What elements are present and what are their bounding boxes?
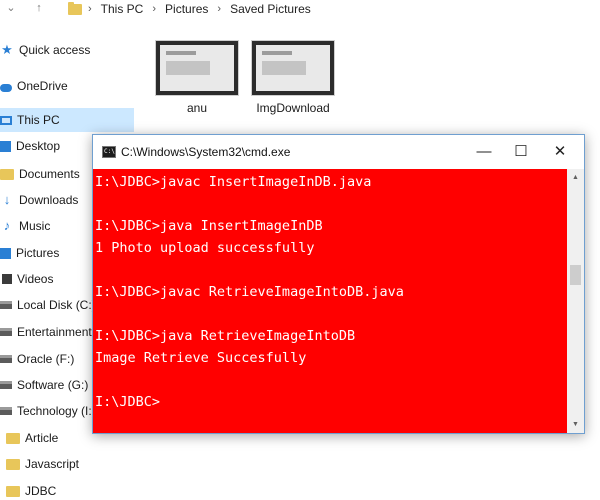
breadcrumb-separator: › bbox=[88, 3, 92, 15]
nav-item-label: JDBC bbox=[25, 484, 57, 498]
nav-item-technology[interactable]: Technology (I:) bbox=[0, 399, 92, 423]
nav-item-label: Documents bbox=[19, 167, 80, 181]
pictures-icon bbox=[0, 247, 11, 259]
console-line: Image Retrieve Succesfully bbox=[95, 350, 307, 366]
console-icon: C:\ bbox=[102, 146, 116, 158]
nav-item-videos[interactable]: Videos bbox=[0, 267, 92, 291]
drive-icon bbox=[0, 381, 12, 389]
console-line: I:\JDBC>javac InsertImageInDB.java bbox=[95, 174, 372, 190]
documents-icon bbox=[0, 168, 14, 180]
breadcrumb-separator: › bbox=[152, 3, 157, 15]
folder-icon bbox=[6, 458, 20, 470]
console-line: 1 Photo upload successfully bbox=[95, 240, 315, 256]
nav-item-onedrive[interactable]: OneDrive bbox=[0, 74, 138, 98]
folder-icon bbox=[68, 1, 82, 15]
console-line: I:\JDBC>java RetrieveImageIntoDB bbox=[95, 328, 356, 344]
image-thumbnail-icon bbox=[160, 45, 234, 91]
nav-item-label: OneDrive bbox=[17, 79, 68, 93]
nav-item-label: Javascript bbox=[25, 457, 80, 471]
scroll-down-arrow-icon[interactable]: ▼ bbox=[567, 416, 584, 433]
file-thumbnail-imgdownload[interactable] bbox=[251, 40, 335, 96]
console-line: I:\JDBC>javac RetrieveImageIntoDB.java bbox=[95, 284, 404, 300]
scroll-up-arrow-icon[interactable]: ▲ bbox=[567, 169, 584, 186]
download-icon: ↓ bbox=[3, 192, 11, 207]
folder-icon bbox=[6, 432, 20, 444]
computer-icon bbox=[0, 115, 12, 125]
breadcrumb-saved-pictures[interactable]: Saved Pictures bbox=[230, 2, 311, 16]
nav-item-documents[interactable]: Documents bbox=[0, 162, 92, 186]
nav-item-label: Downloads bbox=[19, 193, 79, 207]
music-icon: ♪ bbox=[3, 218, 11, 233]
nav-item-local-disk[interactable]: Local Disk (C:) bbox=[0, 293, 92, 317]
console-prompt: I:\JDBC> bbox=[95, 394, 161, 410]
nav-item-entertainment[interactable]: Entertainment ( bbox=[0, 320, 92, 344]
breadcrumb-separator: › bbox=[217, 3, 222, 15]
drive-icon bbox=[0, 301, 12, 309]
breadcrumb-this-pc[interactable]: This PC bbox=[101, 2, 144, 16]
desktop-icon bbox=[0, 140, 11, 152]
nav-item-pictures[interactable]: Pictures bbox=[0, 241, 92, 265]
minimize-button[interactable]: — bbox=[467, 135, 501, 169]
nav-item-oracle[interactable]: Oracle (F:) bbox=[0, 347, 92, 371]
nav-item-javascript[interactable]: Javascript bbox=[6, 452, 138, 476]
chevron-down-icon[interactable]: ⌄ bbox=[4, 1, 18, 15]
nav-item-label: Local Disk (C:) bbox=[17, 298, 92, 312]
address-bar: ⌄ ↑ › This PC › Pictures › Saved Picture… bbox=[0, 0, 600, 18]
star-icon: ★ bbox=[1, 42, 13, 57]
file-name-imgdownload: ImgDownload bbox=[256, 101, 330, 115]
nav-item-label: Entertainment ( bbox=[17, 325, 92, 339]
nav-item-label: Technology (I:) bbox=[17, 404, 92, 418]
breadcrumb: › This PC › Pictures › Saved Pictures bbox=[68, 0, 311, 18]
close-button[interactable]: ✕ bbox=[543, 135, 577, 169]
drive-icon bbox=[0, 328, 12, 336]
nav-item-label: Quick access bbox=[19, 43, 91, 57]
maximize-button[interactable]: ☐ bbox=[504, 135, 538, 169]
drive-icon bbox=[0, 407, 12, 415]
vertical-scrollbar[interactable]: ▲ ▼ bbox=[567, 169, 584, 433]
drive-icon bbox=[0, 355, 12, 363]
nav-item-label: Desktop bbox=[16, 139, 61, 153]
nav-item-music[interactable]: ♪ Music bbox=[0, 214, 92, 238]
breadcrumb-pictures[interactable]: Pictures bbox=[165, 2, 208, 16]
cloud-icon bbox=[0, 83, 12, 92]
cmd-window-title: C:\Windows\System32\cmd.exe bbox=[121, 145, 291, 159]
nav-item-jdbc[interactable]: JDBC bbox=[6, 479, 138, 500]
video-icon bbox=[0, 274, 12, 284]
nav-item-downloads[interactable]: ↓ Downloads bbox=[0, 188, 92, 212]
console-line: I:\JDBC>java InsertImageInDB bbox=[95, 218, 323, 234]
nav-item-quick-access[interactable]: ★ Quick access bbox=[0, 38, 138, 62]
nav-item-label: This PC bbox=[17, 113, 60, 127]
nav-item-label: Oracle (F:) bbox=[17, 352, 75, 366]
cmd-window[interactable]: C:\ C:\Windows\System32\cmd.exe — ☐ ✕ I:… bbox=[92, 134, 585, 434]
file-thumbnail-anu[interactable] bbox=[155, 40, 239, 96]
nav-item-software[interactable]: Software (G:) bbox=[0, 373, 92, 397]
nav-item-this-pc[interactable]: This PC bbox=[0, 108, 134, 132]
nav-item-label: Pictures bbox=[16, 246, 60, 260]
cmd-title-bar[interactable]: C:\ C:\Windows\System32\cmd.exe — ☐ ✕ bbox=[93, 135, 584, 169]
image-thumbnail-icon bbox=[256, 45, 330, 91]
nav-item-label: Article bbox=[25, 431, 59, 445]
up-arrow-icon[interactable]: ↑ bbox=[32, 1, 46, 15]
file-name-anu: anu bbox=[186, 101, 208, 115]
nav-item-label: Music bbox=[19, 219, 51, 233]
nav-item-desktop[interactable]: Desktop bbox=[0, 134, 92, 158]
folder-icon bbox=[6, 485, 20, 497]
scrollbar-thumb[interactable] bbox=[570, 265, 581, 285]
console-output[interactable]: I:\JDBC>javac InsertImageInDB.java I:\JD… bbox=[93, 169, 567, 433]
nav-item-label: Videos bbox=[17, 272, 54, 286]
nav-item-label: Software (G:) bbox=[17, 378, 89, 392]
